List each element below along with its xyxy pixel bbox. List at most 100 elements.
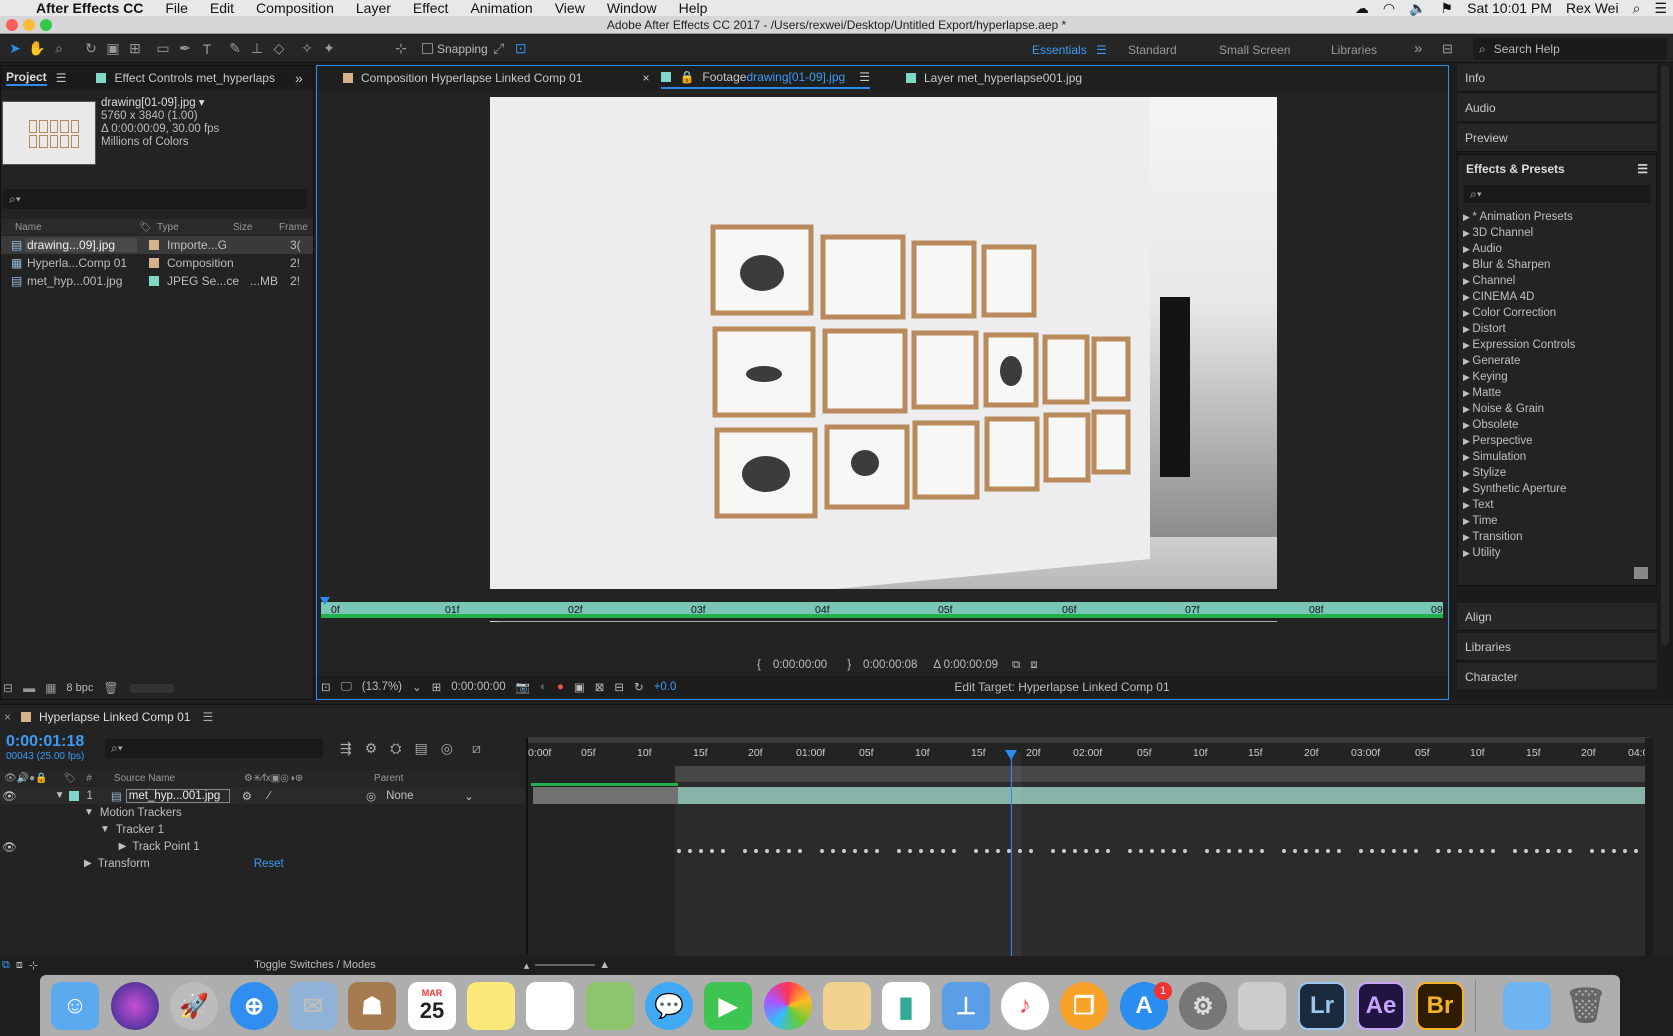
keyframe-dot[interactable] [831, 849, 835, 853]
keyframe-dot[interactable] [1172, 849, 1176, 853]
keyframe-dot[interactable] [1073, 849, 1077, 853]
keyframe-dot[interactable] [1150, 849, 1154, 853]
effect-category[interactable]: ▶ Simulation [1463, 449, 1656, 465]
effects-search-field[interactable]: ⌕▾ [1464, 185, 1650, 203]
twirl-right-icon[interactable]: ▶ [1463, 484, 1472, 494]
layer-switches-icon[interactable]: ⧉ [2, 959, 10, 972]
keyframe-dot[interactable] [952, 849, 956, 853]
keyframe-dot[interactable] [1590, 849, 1594, 853]
axis-mode-icon[interactable]: ⊹ [390, 38, 412, 60]
launchpad-icon[interactable]: 🚀 [170, 982, 218, 1030]
effect-category[interactable]: ▶ Time [1463, 513, 1656, 529]
workspace-menu-icon[interactable]: ☰ [1096, 43, 1107, 57]
region-of-interest-icon[interactable]: ⊞ [432, 680, 442, 694]
keyframe-dot[interactable] [787, 849, 791, 853]
keyframe-dot[interactable] [1414, 849, 1418, 853]
tab-layer[interactable]: Layer met_hyperlapse001.jpg [905, 71, 1082, 85]
quality-switch-icon[interactable]: ∕ [268, 790, 270, 802]
toggle-mask-icon[interactable]: ▣ [574, 680, 585, 694]
timeline-search-field[interactable]: ⌕▾ [105, 739, 323, 758]
chevron-down-icon[interactable]: ⌄ [412, 680, 422, 694]
snap-features-icon[interactable]: ⊡ [510, 38, 532, 60]
panel-character[interactable]: Character [1457, 663, 1657, 691]
keyframe-dot[interactable] [754, 849, 758, 853]
in-point-icon[interactable]: { [757, 659, 761, 671]
roto-brush-tool-icon[interactable]: ✧ [296, 38, 318, 60]
track-point-row[interactable]: 👁 ▶ Track Point 1 [0, 838, 525, 855]
keyframe-dot[interactable] [1029, 849, 1033, 853]
pick-whip-icon[interactable]: ◎ [366, 789, 376, 803]
playhead-line[interactable] [1011, 753, 1012, 957]
keyframe-dot[interactable] [1623, 849, 1627, 853]
new-folder-icon[interactable]: ▬ [23, 681, 35, 695]
tracker-row[interactable]: ▼ Tracker 1 [0, 821, 525, 838]
av-features-icon[interactable]: 👁🔊●🔒 [4, 773, 48, 784]
zoom-out-icon[interactable]: ▴ [524, 959, 530, 972]
snap-edges-icon[interactable]: ⤢ [488, 38, 510, 60]
trash-icon[interactable]: 🗑 [1562, 982, 1610, 1030]
keyframe-dot[interactable] [688, 849, 692, 853]
calendar-icon[interactable]: MAR 25 [408, 982, 456, 1030]
keyframe-dot[interactable] [776, 849, 780, 853]
tab-timeline-comp[interactable]: Hyperlapse Linked Comp 01 [39, 710, 190, 724]
snapping-checkbox[interactable] [422, 43, 433, 54]
zoom-tool-icon[interactable]: ⌕ [48, 38, 70, 60]
overlay-edit-icon[interactable]: ⧈ [1030, 659, 1037, 672]
reset-link[interactable]: Reset [254, 858, 284, 870]
keyframe-dot[interactable] [1315, 849, 1319, 853]
tab-footage[interactable]: 🔒 Footage drawing[01-09].jpg ☰ [661, 67, 870, 89]
brush-tool-icon[interactable]: ✎ [224, 38, 246, 60]
footage-name[interactable]: drawing[01-09].jpg ▾ [101, 97, 219, 110]
out-point-time[interactable]: 0:00:00:08 [863, 659, 917, 671]
bridge-icon[interactable]: Br [1416, 982, 1464, 1030]
timeline-menu-icon[interactable]: ☰ [202, 710, 213, 724]
in-out-columns-icon[interactable]: ⊹ [29, 959, 38, 972]
layer-row[interactable]: 👁 ▼ 1 ▤ met_hyp...001.jpg ⚙ ∕ ◎ None ⌄ [0, 787, 525, 804]
type-tool-icon[interactable]: T [196, 38, 218, 60]
twirl-right-icon[interactable]: ▶ [1463, 516, 1472, 526]
facetime-icon[interactable]: ▶ [704, 982, 752, 1030]
keyframe-dot[interactable] [1128, 849, 1132, 853]
keyframe-dot[interactable] [1535, 849, 1539, 853]
keyframe-dot[interactable] [1491, 849, 1495, 853]
trash-icon[interactable]: 🗑 [103, 681, 118, 695]
safari-icon[interactable]: ⊕ [230, 982, 278, 1030]
twirl-right-icon[interactable]: ▶ [1463, 244, 1472, 254]
in-point-time[interactable]: 0:00:00:00 [773, 659, 827, 671]
menu-help[interactable]: Help [668, 0, 719, 16]
keyframe-dot[interactable] [1227, 849, 1231, 853]
keyframe-dot[interactable] [1161, 849, 1165, 853]
viewer-playhead[interactable] [320, 597, 330, 605]
twirl-right-icon[interactable]: ▶ [1463, 468, 1472, 478]
effect-category[interactable]: ▶ Noise & Grain [1463, 401, 1656, 417]
menu-animation[interactable]: Animation [459, 0, 543, 16]
messages-icon[interactable]: 💬 [645, 982, 693, 1030]
new-bin-icon[interactable] [1634, 567, 1648, 579]
panel-libraries[interactable]: Libraries [1457, 633, 1657, 661]
rectangle-tool-icon[interactable]: ▭ [152, 38, 174, 60]
proportional-grid-icon[interactable]: ⊟ [614, 680, 624, 694]
keyframe-dot[interactable] [1568, 849, 1572, 853]
keyframe-dot[interactable] [941, 849, 945, 853]
keyframe-dot[interactable] [1612, 849, 1616, 853]
puppet-tool-icon[interactable]: ✦ [318, 38, 340, 60]
parent-dropdown[interactable]: None [386, 790, 464, 802]
selection-tool-icon[interactable]: ➤ [4, 38, 26, 60]
toggle-switches-modes[interactable]: Toggle Switches / Modes [254, 959, 376, 971]
keyframe-dot[interactable] [1062, 849, 1066, 853]
menu-edit[interactable]: Edit [199, 0, 245, 16]
keyframe-dot[interactable] [1392, 849, 1396, 853]
pages-icon[interactable] [823, 982, 871, 1030]
keyframe-dot[interactable] [1304, 849, 1308, 853]
current-timecode[interactable]: 0:00:01:18 [6, 733, 84, 751]
playhead-handle[interactable] [1005, 750, 1017, 760]
twirl-right-icon[interactable]: ▶ [1463, 292, 1472, 302]
keyframe-dot[interactable] [798, 849, 802, 853]
keyframe-dot[interactable] [1458, 849, 1462, 853]
motion-blur-icon[interactable]: ◎ [441, 740, 453, 757]
bit-depth-button[interactable]: 8 bpc [66, 682, 93, 694]
work-area-bar[interactable] [675, 766, 1645, 782]
menu-effect[interactable]: Effect [402, 0, 460, 16]
footage-image[interactable] [490, 97, 1277, 622]
effect-category[interactable]: ▶ 3D Channel [1463, 225, 1656, 241]
